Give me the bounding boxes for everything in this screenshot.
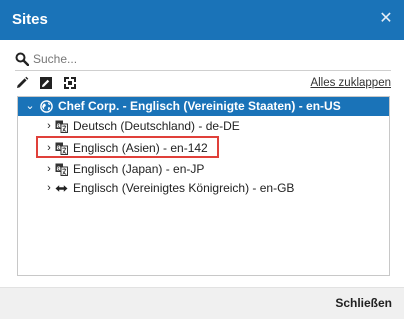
tree-item-label: Englisch (Japan) - en-JP — [73, 162, 205, 176]
tree-item-en-JP[interactable]: › a Englisch (Japan) - en-JP — [18, 160, 389, 179]
tree-root-row[interactable]: ⌄ Chef Corp. - Englisch (Vereinigte Staa… — [18, 97, 389, 116]
dialog-footer: Schließen — [0, 287, 404, 319]
collapse-all-link[interactable]: Alles zuklappen — [310, 76, 391, 90]
translate-icon: a — [55, 142, 68, 155]
translate-icon: a — [55, 120, 68, 133]
chevron-right-icon[interactable]: › — [44, 139, 54, 158]
tree-item-label: Deutsch (Deutschland) - de-DE — [73, 119, 240, 133]
tree-toolbar: Alles zuklappen — [15, 76, 391, 92]
globe-icon — [40, 100, 53, 113]
dialog-header: Sites ✕ — [0, 0, 404, 40]
close-icon[interactable]: ✕ — [378, 10, 394, 28]
chevron-down-icon[interactable]: ⌄ — [25, 97, 35, 116]
search-input[interactable] — [33, 49, 383, 69]
search-icon — [15, 52, 29, 66]
edit-box-icon[interactable] — [39, 76, 53, 90]
tree-root-label: Chef Corp. - Englisch (Vereinigte Staate… — [58, 99, 341, 113]
dialog-title: Sites — [12, 11, 48, 28]
close-button[interactable]: Schließen — [335, 294, 392, 312]
pencil-icon[interactable] — [15, 76, 29, 90]
chevron-right-icon[interactable]: › — [44, 160, 54, 179]
tree-item-de-DE[interactable]: › a Deutsch (Deutschland) - de-DE — [18, 117, 389, 136]
sites-dialog: Sites ✕ Alles zuklappen ⌄ — [0, 0, 404, 319]
sites-tree: ⌄ Chef Corp. - Englisch (Vereinigte Staa… — [17, 96, 390, 276]
chevron-right-icon[interactable]: › — [44, 117, 54, 136]
search-bar — [15, 49, 391, 71]
sync-arrows-icon — [55, 185, 68, 192]
tree-item-label: Englisch (Asien) - en-142 — [73, 141, 208, 155]
tree-item-label: Englisch (Vereinigtes Königreich) - en-G… — [73, 181, 295, 195]
chevron-right-icon[interactable]: › — [44, 179, 54, 198]
tree-item-en-142[interactable]: › a Englisch (Asien) - en-142 — [18, 139, 389, 158]
translate-icon: a — [55, 163, 68, 176]
tree-item-en-GB[interactable]: › Englisch (Vereinigtes Königreich) - en… — [18, 179, 389, 198]
expand-icon[interactable] — [63, 76, 77, 90]
